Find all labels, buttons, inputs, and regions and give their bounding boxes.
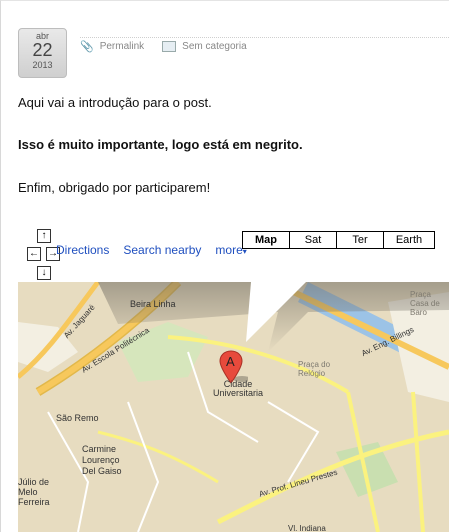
paperclip-icon: 📎 [80, 41, 94, 53]
post-meta: 📎 Permalink Sem categoria [80, 40, 247, 53]
map-type-switcher: Map Sat Ter Earth [242, 231, 435, 249]
embedded-map[interactable]: ↑ ← → ↓ + − Directions Search nearby mor… [18, 222, 449, 532]
map-label: Praça Casa de Baro [410, 290, 440, 317]
marker-label: A [226, 354, 235, 369]
map-label: Vl. Indiana [288, 524, 326, 532]
map-label: São Remo [56, 413, 99, 423]
post-date-badge: abr 22 2013 [18, 28, 67, 78]
post-paragraph-thanks: Enfim, obrigado por participarem! [18, 180, 211, 195]
map-label: Carmine Lourenço Del Gaiso [82, 444, 122, 476]
folder-icon [162, 41, 177, 52]
map-type-map-button[interactable]: Map [243, 232, 290, 248]
pan-left-control[interactable]: ← [27, 247, 41, 261]
date-day: 22 [32, 40, 53, 60]
category-link[interactable]: Sem categoria [182, 41, 246, 52]
date-year: 2013 [32, 60, 53, 70]
directions-link[interactable]: Directions [56, 243, 109, 257]
post-paragraph-bold: Isso é muito importante, logo está em ne… [18, 137, 303, 152]
post-paragraph-intro: Aqui vai a introdução para o post. [18, 95, 212, 110]
map-label: Praça do Relógio [298, 360, 331, 378]
map-links: Directions Search nearby more▾ [56, 243, 247, 257]
permalink-link[interactable]: Permalink [100, 41, 144, 52]
map-label: Cidade Universitaria [212, 379, 263, 398]
map-label: Júlio de Melo Ferreira [18, 477, 50, 507]
pan-up-control[interactable]: ↑ [37, 229, 51, 243]
pan-down-control[interactable]: ↓ [37, 266, 51, 280]
map-type-sat-button[interactable]: Sat [290, 232, 337, 248]
meta-divider [80, 37, 449, 38]
map-type-earth-button[interactable]: Earth [384, 232, 434, 248]
map-type-ter-button[interactable]: Ter [337, 232, 384, 248]
search-nearby-link[interactable]: Search nearby [123, 243, 201, 257]
map-label: Beira Linha [130, 299, 176, 309]
